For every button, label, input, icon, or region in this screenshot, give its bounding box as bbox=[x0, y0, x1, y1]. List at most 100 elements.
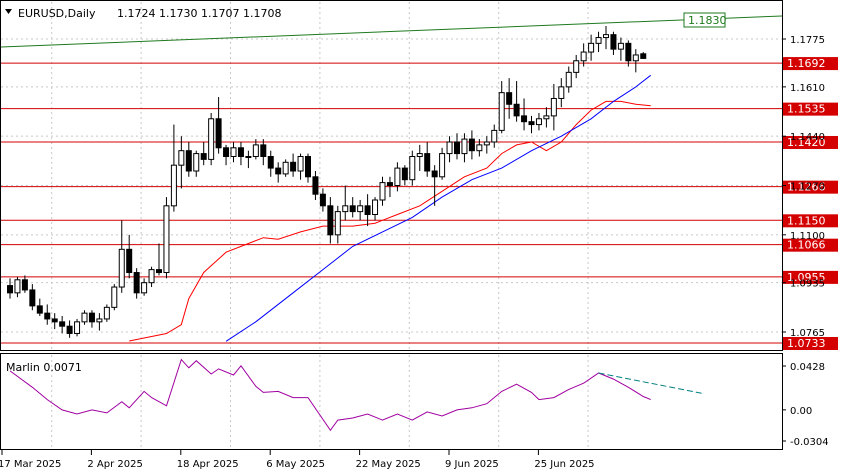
candle-body bbox=[282, 161, 289, 175]
candle-body bbox=[506, 92, 513, 105]
candle-body bbox=[424, 153, 431, 172]
price-tick-label: 1.1440 bbox=[790, 132, 825, 143]
candle-body bbox=[36, 305, 43, 314]
candle-body bbox=[640, 53, 647, 59]
level-price-label: 1.1692 bbox=[787, 57, 826, 70]
candle-body bbox=[632, 54, 639, 62]
candle-body bbox=[215, 118, 222, 149]
candle-body bbox=[364, 205, 371, 216]
candle-body bbox=[185, 150, 192, 172]
candle-body bbox=[431, 170, 438, 178]
candle-body bbox=[357, 205, 364, 213]
candle-body bbox=[208, 118, 215, 160]
date-tick-label: 2 Apr 2025 bbox=[87, 459, 142, 470]
candle-body bbox=[156, 269, 162, 274]
candle-body bbox=[483, 141, 490, 146]
candle-body bbox=[14, 279, 21, 294]
candle-body bbox=[111, 286, 118, 308]
date-tick-label: 25 Jun 2025 bbox=[534, 459, 594, 470]
candle-body bbox=[558, 86, 565, 99]
candle-body bbox=[275, 167, 282, 175]
resistance-label: 1.1830 bbox=[688, 14, 727, 27]
candle-body bbox=[386, 182, 393, 187]
candle-body bbox=[498, 92, 505, 131]
candle-body bbox=[126, 248, 133, 274]
candle-body bbox=[446, 141, 453, 155]
indicator-panel bbox=[0, 353, 783, 450]
candle-body bbox=[476, 144, 483, 152]
candle-body bbox=[59, 321, 66, 327]
symbol-label: EURUSD,Daily bbox=[18, 7, 96, 20]
price-tick-label: 1.1775 bbox=[790, 35, 825, 46]
candle-body bbox=[148, 269, 155, 284]
level-price-label: 1.1535 bbox=[787, 103, 826, 116]
indicator-label: Marlin 0.0071 bbox=[6, 361, 82, 374]
date-tick-label: 18 Apr 2025 bbox=[177, 459, 239, 470]
candle-body bbox=[580, 51, 587, 62]
oscillator-tick-label: -0.0304 bbox=[790, 437, 829, 448]
date-tick-label: 6 May 2025 bbox=[266, 459, 325, 470]
candle-body bbox=[617, 42, 624, 50]
candle-body bbox=[21, 279, 28, 291]
candle-body bbox=[193, 153, 200, 172]
candle-body bbox=[230, 147, 237, 157]
candle-body bbox=[74, 321, 81, 334]
price-panel bbox=[0, 0, 783, 351]
candle-body bbox=[565, 71, 572, 88]
candle-body bbox=[550, 97, 557, 117]
chart-window: 1.1692 1.1535 1.1420 1.1266 1.1150 1.1066 1.09… bbox=[0, 0, 841, 474]
candle-body bbox=[334, 211, 341, 236]
candle-body bbox=[170, 164, 177, 207]
candle-body bbox=[573, 60, 580, 73]
candle-body bbox=[461, 138, 468, 155]
candle-body bbox=[66, 325, 73, 334]
candle-body bbox=[223, 147, 230, 157]
candle-body bbox=[543, 115, 550, 120]
candle-body bbox=[81, 312, 88, 323]
candle-body bbox=[237, 147, 244, 157]
candle-body bbox=[603, 34, 609, 39]
candle-body bbox=[610, 34, 617, 50]
candle-body bbox=[267, 155, 274, 169]
candle-body bbox=[260, 144, 267, 157]
candle-body bbox=[513, 103, 520, 117]
chart-svg: 1.16921.15351.14201.12661.11501.10661.09… bbox=[0, 0, 838, 470]
date-tick-label: 22 May 2025 bbox=[356, 459, 421, 470]
candle-body bbox=[312, 176, 319, 195]
candle-body bbox=[491, 129, 498, 143]
candle-body bbox=[163, 205, 170, 274]
candle-body bbox=[379, 182, 386, 201]
candle-body bbox=[103, 306, 110, 320]
candle-body bbox=[535, 118, 542, 126]
price-tick-label: 1.0765 bbox=[790, 328, 825, 339]
symbol-header: EURUSD,Daily 1.1724 1.1730 1.1707 1.1708 bbox=[5, 7, 281, 20]
candle-body bbox=[290, 161, 297, 172]
candle-body bbox=[245, 155, 252, 158]
candle-body bbox=[297, 155, 304, 172]
candle-body bbox=[394, 167, 401, 186]
candle-body bbox=[468, 138, 475, 152]
candle-body bbox=[319, 193, 326, 207]
candle-body bbox=[178, 150, 185, 166]
level-price-label: 1.1150 bbox=[787, 214, 826, 227]
candle-body bbox=[327, 205, 334, 236]
candle-body bbox=[439, 153, 446, 178]
candle-body bbox=[349, 205, 356, 213]
price-tick-label: 1.1100 bbox=[790, 231, 825, 242]
candle-body bbox=[588, 42, 595, 53]
candle-body bbox=[200, 153, 207, 160]
candle-body bbox=[409, 155, 416, 181]
candle-body bbox=[96, 318, 103, 323]
candle-body bbox=[141, 282, 148, 294]
candle-body bbox=[454, 141, 460, 155]
candle-body bbox=[625, 42, 632, 62]
candle-body bbox=[7, 285, 13, 294]
candle-body bbox=[133, 272, 140, 294]
candle-body bbox=[118, 248, 125, 288]
candle-body bbox=[29, 289, 36, 307]
ohlc-values: 1.1724 1.1730 1.1707 1.1708 bbox=[117, 7, 281, 20]
price-tick-label: 1.1270 bbox=[790, 182, 825, 193]
candle-body bbox=[372, 199, 379, 216]
candle-body bbox=[528, 121, 535, 126]
oscillator-tick-label: 0.0428 bbox=[790, 362, 825, 373]
